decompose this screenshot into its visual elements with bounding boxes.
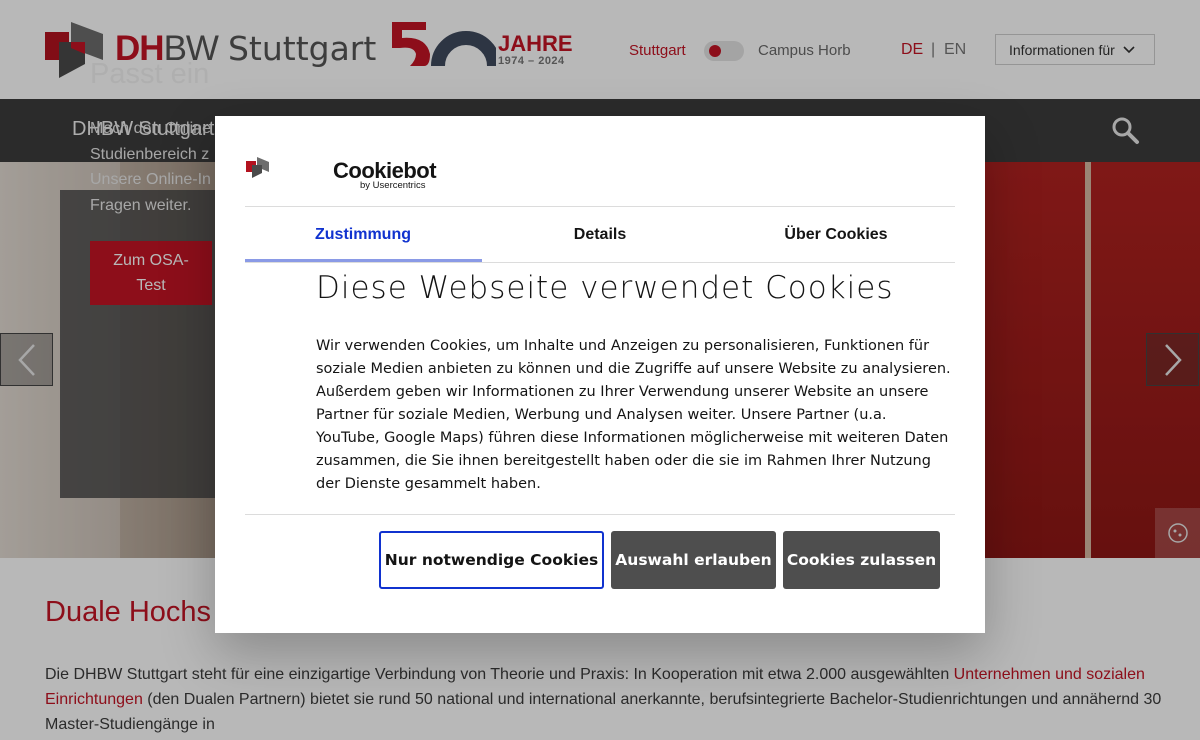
dialog-heading: Diese Webseite verwendet Cookies [316, 270, 894, 306]
divider [245, 514, 955, 515]
divider [245, 262, 955, 263]
necessary-cookies-button[interactable]: Nur notwendige Cookies [379, 531, 604, 589]
cookie-consent-dialog: Cookiebot by Usercentrics Zustimmung Det… [215, 116, 985, 633]
dialog-body-text: Wir verwenden Cookies, um Inhalte und An… [316, 338, 951, 492]
tab-details[interactable]: Details [482, 226, 718, 244]
allow-all-cookies-button[interactable]: Cookies zulassen [783, 531, 940, 589]
allow-selection-button[interactable]: Auswahl erlauben [611, 531, 776, 589]
dhbw-logo-icon [246, 157, 269, 178]
tab-about-cookies[interactable]: Über Cookies [718, 226, 954, 244]
divider [245, 206, 955, 207]
cookiebot-sublabel: by Usercentrics [360, 180, 426, 191]
tab-consent[interactable]: Zustimmung [245, 226, 481, 244]
